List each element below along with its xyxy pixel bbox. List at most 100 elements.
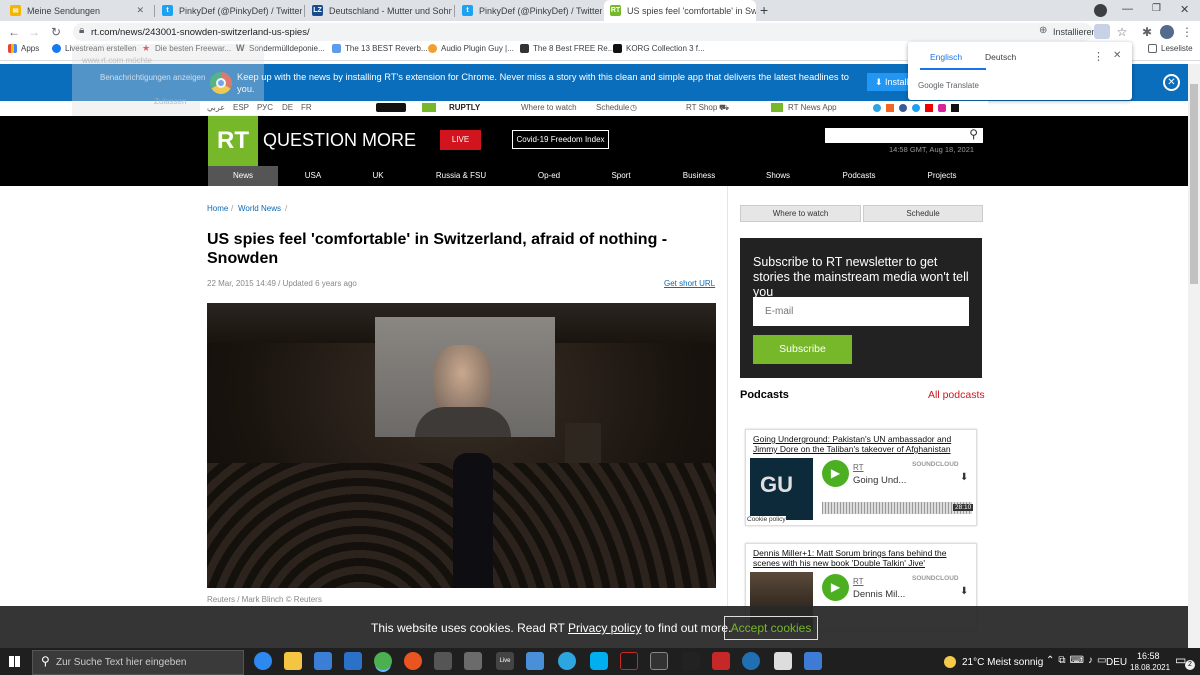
app-icon[interactable] [620,652,638,670]
system-tray-icons[interactable]: ⌃⧉⌨♪▭ [1046,655,1110,666]
facebook-icon[interactable] [899,104,907,112]
url-text[interactable]: rt.com/news/243001-snowden-switzerland-u… [91,27,310,38]
ubuntu-icon[interactable] [404,652,422,670]
extensions-icon[interactable]: ✱ [1138,23,1156,41]
nav-oped[interactable]: Op-ed [514,166,584,186]
weather-icon[interactable] [944,656,956,668]
get-short-url-link[interactable]: Get short URL [664,279,715,288]
play-button[interactable]: ▶ [822,460,849,487]
clock-time[interactable]: 16:58 [1137,651,1160,661]
window-close-icon[interactable]: ✕ [1180,3,1189,16]
scrollbar-thumb[interactable] [1190,84,1198,284]
tab-search-icon[interactable] [1094,4,1107,17]
bookmark-apps[interactable]: Apps [8,44,39,53]
download-icon[interactable]: ⬇ [960,472,968,483]
lang-fr[interactable]: FR [301,103,312,112]
live-button[interactable]: LIVE [440,130,481,150]
translate-close-icon[interactable]: ✕ [1113,50,1121,61]
breadcrumb-world-news[interactable]: World News [238,204,281,213]
new-tab-button[interactable]: + [760,2,768,18]
accept-cookies-button[interactable]: Accept cookies [724,616,818,640]
where-to-watch-link[interactable]: Where to watch [521,103,577,112]
where-to-watch-button[interactable]: Where to watch [740,205,861,222]
search-icon[interactable]: ⚲ [969,127,978,141]
rt-logo[interactable]: RT [208,116,258,166]
tab-1[interactable]: ✉ Meine Sendungen ✕ [4,0,150,21]
nav-russia-fsu[interactable]: Russia & FSU [426,166,496,186]
waveform[interactable] [822,502,972,514]
ruptly-link[interactable]: RUPTLY [449,103,480,112]
breadcrumb-home[interactable]: Home [207,204,228,213]
lang-rus[interactable]: РУС [257,103,273,112]
clock-date[interactable]: 18.08.2021 [1130,663,1170,672]
podcast-title[interactable]: Going Underground: Pakistan's UN ambassa… [753,434,968,454]
app-icon[interactable] [742,652,760,670]
reading-list[interactable]: Leseliste [1148,44,1193,53]
menu-icon[interactable]: ⋮ [1178,23,1196,41]
download-icon[interactable]: ⬇ [960,586,968,597]
podcast-name[interactable]: Going Und... [853,475,906,486]
rt-news-app-link[interactable]: RT News App [788,103,837,112]
mail-icon[interactable] [344,652,362,670]
maximize-icon[interactable]: ❐ [1152,3,1161,14]
tab-4[interactable]: t PinkyDef (@PinkyDef) / Twitter ✕ [456,0,602,21]
lang-esp[interactable]: ESP [233,103,249,112]
reload-icon[interactable]: ↻ [47,23,65,41]
nav-uk[interactable]: UK [343,166,413,186]
podcast-title[interactable]: Dennis Miller+1: Matt Sorum brings fans … [753,548,968,568]
translate-menu-icon[interactable]: ⋮ [1093,50,1104,63]
forward-icon[interactable]: → [25,23,43,41]
tab-close-icon[interactable]: ✕ [130,5,144,16]
cookie-policy-link[interactable]: Cookie policy [747,516,786,523]
address-bar[interactable]: 🔒︎ rt.com/news/243001-snowden-switzerlan… [73,23,1097,41]
app-icon[interactable] [434,652,452,670]
nav-podcasts[interactable]: Podcasts [824,166,894,186]
lang-arabic[interactable]: عربي [207,103,225,112]
rt-shop-link[interactable]: RT Shop [686,103,717,112]
youtube-icon[interactable] [925,104,933,112]
telegram-taskbar-icon[interactable] [558,652,576,670]
instagram-icon[interactable] [938,104,946,112]
app-icon[interactable] [526,652,544,670]
file-explorer-icon[interactable] [284,652,302,670]
nav-usa[interactable]: USA [278,166,348,186]
play-button[interactable]: ▶ [822,574,849,601]
podcast-channel[interactable]: RT [853,463,864,472]
nav-sport[interactable]: Sport [586,166,656,186]
tiktok-icon[interactable] [951,104,959,112]
rt-small-logo[interactable] [422,103,436,112]
skype-icon[interactable] [590,652,608,670]
app-icon[interactable] [712,652,730,670]
app-icon[interactable] [464,652,482,670]
all-podcasts-link[interactable]: All podcasts [928,389,985,401]
rss-icon[interactable] [886,104,894,112]
bookmark-free-re[interactable]: The 8 Best FREE Re... [520,44,614,53]
windows-start-icon[interactable] [9,656,20,667]
lang-de[interactable]: DE [282,103,293,112]
weather-text[interactable]: 21°C Meist sonnig [962,657,1043,668]
email-input[interactable] [753,297,969,326]
schedule-button[interactable]: Schedule [863,205,983,222]
taskbar-search-box[interactable]: ⚲ Zur Suche Text hier eingeben [32,650,244,675]
nav-business[interactable]: Business [664,166,734,186]
translate-tab-english[interactable]: Englisch [930,52,962,62]
bookmark-reverb[interactable]: The 13 BEST Reverb... [332,44,428,53]
nav-shows[interactable]: Shows [743,166,813,186]
bookmark-korg[interactable]: KORG Collection 3 f... [613,44,705,53]
minimize-icon[interactable]: — [1122,3,1133,15]
translate-icon[interactable] [1094,24,1110,39]
nav-projects[interactable]: Projects [907,166,977,186]
podcast-cover[interactable]: GU [750,458,813,520]
edge-icon[interactable] [254,652,272,670]
bookmark-star-icon[interactable]: ☆ [1113,23,1131,41]
tab-2[interactable]: t PinkyDef (@PinkyDef) / Twitter ✕ [156,0,302,21]
live-app-icon[interactable]: Live [496,652,514,670]
app-icon[interactable] [650,652,668,670]
app-icon[interactable] [804,652,822,670]
rt-search-input[interactable]: ⚲ [825,127,983,143]
input-language[interactable]: DEU [1106,657,1127,668]
install-app-icon[interactable]: ⊕ [1039,25,1047,36]
subscribe-button[interactable]: Subscribe [753,335,852,364]
schedule-link[interactable]: Schedule [596,103,629,112]
store-icon[interactable] [314,652,332,670]
